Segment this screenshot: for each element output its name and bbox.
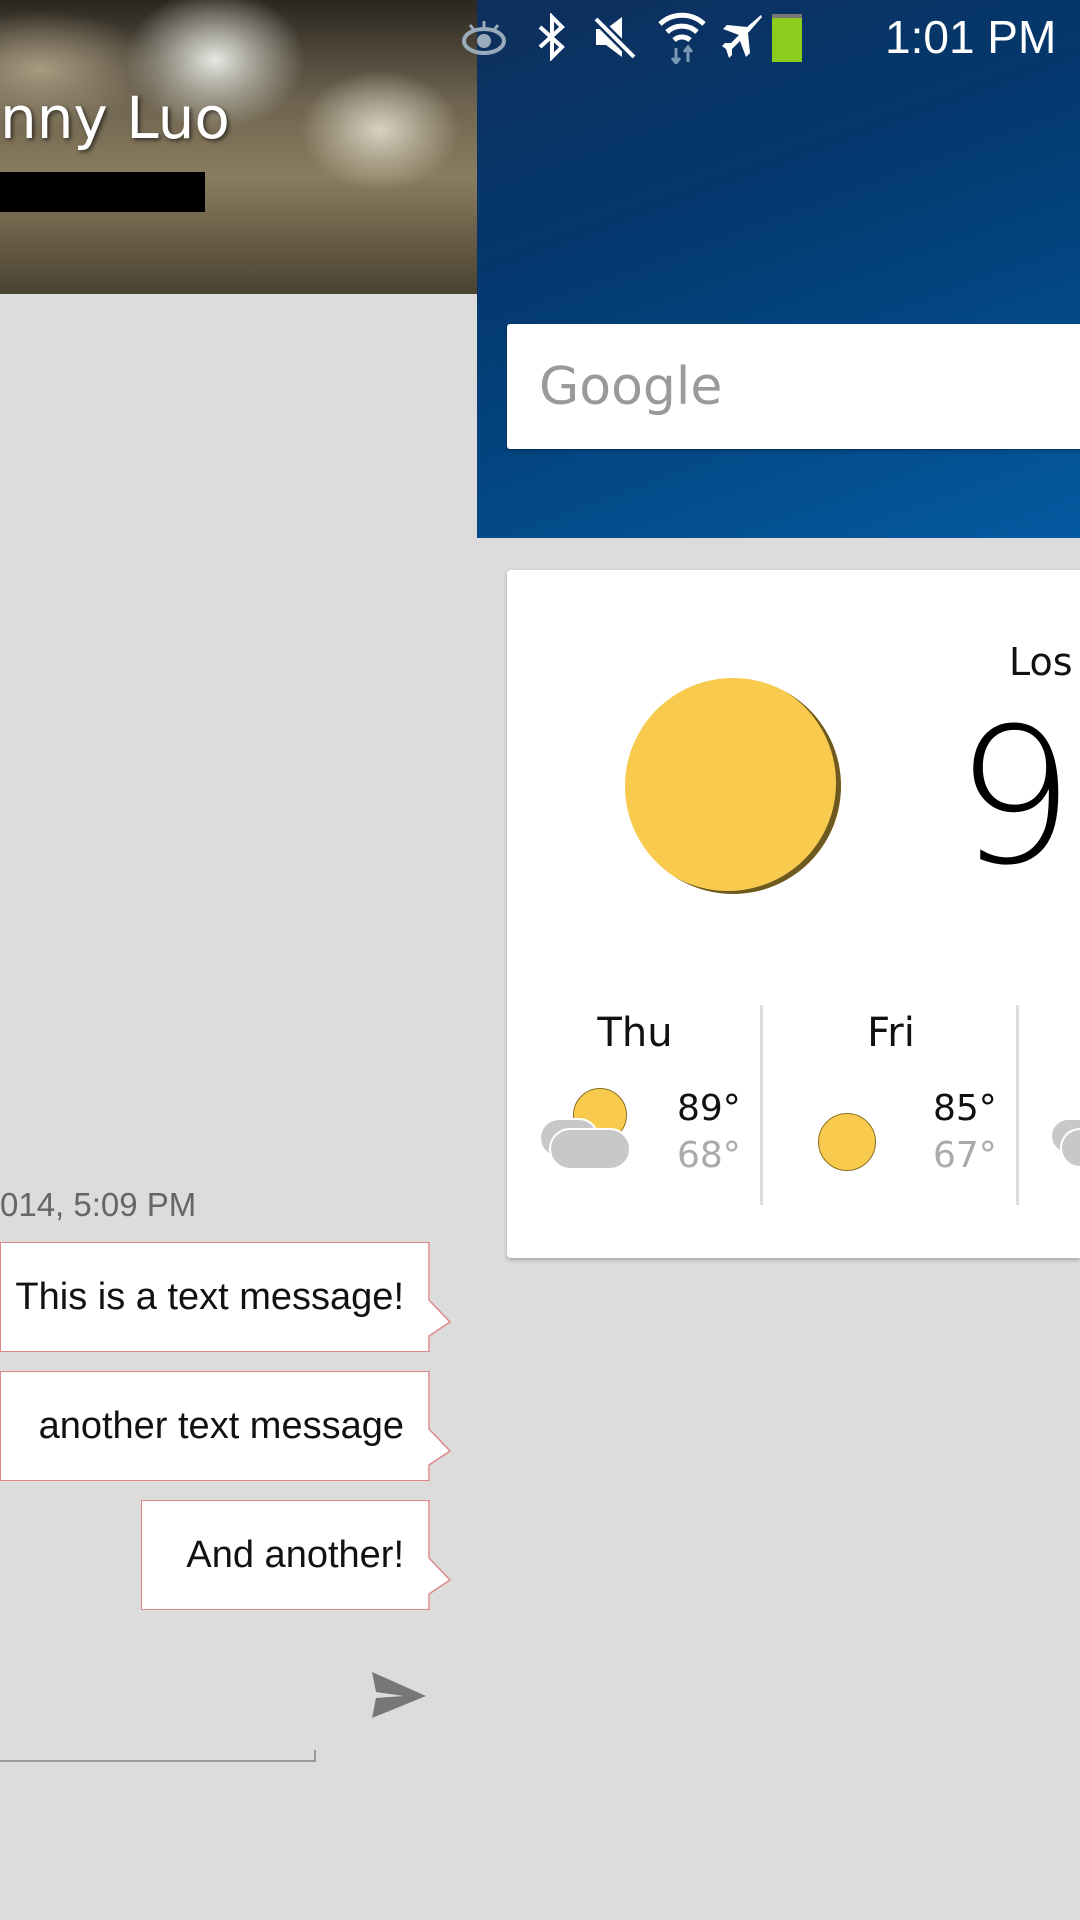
message-bubble[interactable]: another text message xyxy=(0,1371,430,1481)
contact-header: nny Luo xyxy=(0,0,477,294)
redacted-phone-number xyxy=(0,172,205,212)
forecast-low: 68° xyxy=(677,1135,741,1176)
search-placeholder: Google xyxy=(539,357,723,417)
message-text: And another! xyxy=(186,1533,404,1576)
status-bar: 1:01 PM xyxy=(460,0,1080,75)
message-bubble[interactable]: And another! xyxy=(141,1500,430,1610)
sun-icon xyxy=(625,678,841,894)
eye-icon xyxy=(460,12,508,62)
bubble-tails xyxy=(428,1242,452,1610)
wifi-icon xyxy=(658,12,706,64)
google-search-bar[interactable]: Google xyxy=(507,324,1080,449)
forecast-day-name: Fri xyxy=(867,1010,915,1056)
forecast-low: 67° xyxy=(933,1135,997,1176)
forecast-day-name: Thu xyxy=(597,1010,673,1056)
weather-city: Los xyxy=(1009,640,1073,684)
mute-icon xyxy=(592,12,638,62)
bluetooth-icon xyxy=(536,12,568,62)
launcher-background xyxy=(477,0,1080,538)
sun-icon xyxy=(818,1113,876,1171)
forecast-high: 89° xyxy=(677,1088,741,1129)
message-input[interactable] xyxy=(0,1750,316,1762)
contact-name: nny Luo xyxy=(0,84,230,152)
message-text: This is a text message! xyxy=(15,1275,404,1318)
status-time: 1:01 PM xyxy=(885,11,1057,63)
message-text: another text message xyxy=(38,1404,404,1447)
send-icon[interactable] xyxy=(370,1672,428,1732)
weather-card[interactable]: Los 9 Thu 89° 68° Fri 85° 67° xyxy=(507,570,1080,1258)
forecast-divider xyxy=(1016,1005,1019,1205)
current-temperature: 9 xyxy=(955,688,1075,907)
forecast-high: 85° xyxy=(933,1088,997,1129)
battery-icon xyxy=(772,14,802,62)
message-timestamp: 014, 5:09 PM xyxy=(0,1186,197,1223)
airplane-icon xyxy=(722,12,766,62)
message-bubble[interactable]: This is a text message! xyxy=(0,1242,430,1352)
